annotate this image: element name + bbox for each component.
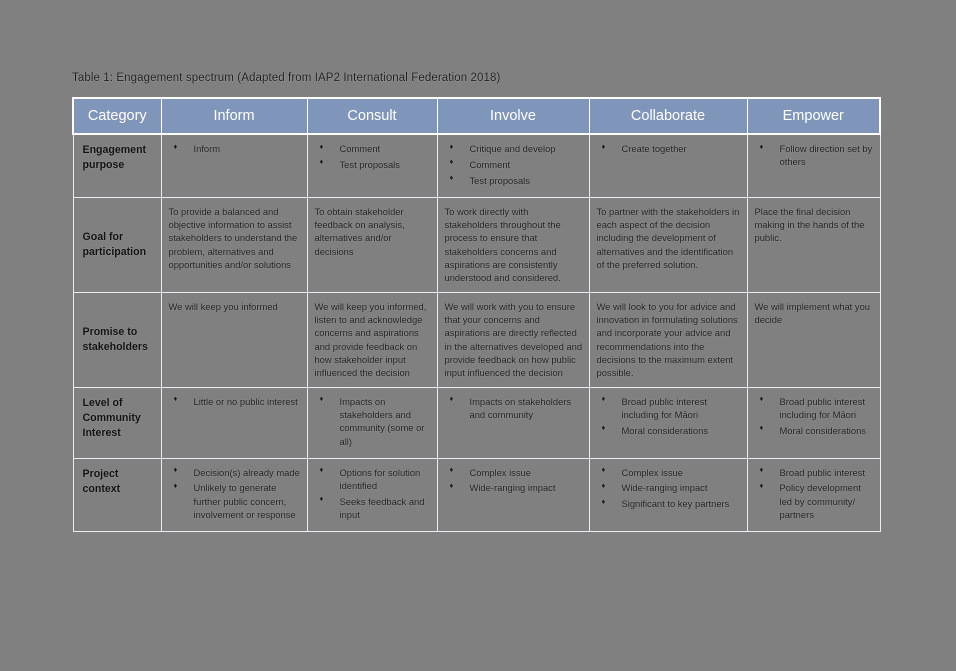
bullet-item: Policy development led by community/ par… — [755, 481, 874, 521]
cell-r4-c3: Impacts on stakeholders and community — [436, 386, 590, 459]
bullet-item: Complex issue — [597, 465, 741, 479]
bullet-list: Little or no public interest — [169, 394, 301, 408]
cell-r1-c2: Comment Test proposals — [306, 133, 438, 198]
cell-r3-c1: We will keep you informed — [160, 291, 308, 388]
column-header-collaborate: Collaborate — [588, 97, 748, 135]
bullet-list: Comment Test proposals — [315, 141, 431, 171]
bullet-list: Impacts on stakeholders and community (s… — [315, 394, 431, 448]
table-row: Engagement purpose Inform Comment Test prop… — [72, 133, 881, 198]
row-header-5: Project context — [72, 457, 162, 532]
bullet-item: Critique and develop — [445, 141, 583, 155]
bullet-item: Impacts on stakeholders and community (s… — [315, 394, 431, 448]
column-header-consult: Consult — [306, 97, 438, 135]
bullet-item: Broad public interest — [755, 465, 874, 479]
cell-paragraph: To obtain stakeholder feedback on analys… — [314, 205, 405, 257]
row-header-1: Engagement purpose — [72, 133, 162, 198]
bullet-item: Create together — [597, 141, 741, 155]
bullet-item: Little or no public interest — [169, 394, 301, 408]
bullet-item: Seeks feedback and input — [315, 494, 431, 522]
bullet-list: Broad public interest including for Māor… — [597, 394, 741, 438]
cell-r5-c5: Broad public interest Policy development … — [746, 457, 881, 532]
column-header-involve: Involve — [436, 97, 590, 135]
cell-r4-c5: Broad public interest including for Māor… — [746, 386, 881, 459]
row-header-4: Level of Community Interest — [72, 386, 162, 459]
bullet-item: Test proposals — [315, 157, 431, 171]
cell-paragraph: We will keep you informed, listen to and… — [314, 300, 427, 379]
cell-r5-c1: Decision(s) already made Unlikely to gene… — [160, 457, 308, 532]
table-caption: Table 1: Engagement spectrum (Adapted fr… — [72, 72, 501, 84]
cell-paragraph: To provide a balanced and objective info… — [168, 205, 298, 270]
cell-r5-c4: Complex issue Wide-ranging impact Signific… — [588, 457, 748, 532]
table-row: Project context Decision(s) already made U… — [72, 457, 881, 532]
cell-r3-c2: We will keep you informed, listen to and… — [306, 291, 438, 388]
bullet-item: Test proposals — [445, 173, 583, 187]
cell-r4-c1: Little or no public interest — [160, 386, 308, 459]
cell-r3-c4: We will look to you for advice and innov… — [588, 291, 748, 388]
bullet-item: Complex issue — [445, 465, 583, 479]
cell-r1-c1: Inform — [160, 133, 308, 198]
bullet-item: Moral considerations — [755, 423, 874, 437]
bullet-item: Decision(s) already made — [169, 465, 301, 479]
cell-r4-c2: Impacts on stakeholders and community (s… — [306, 386, 438, 459]
bullet-item: Significant to key partners — [597, 497, 741, 510]
cell-r3-c5: We will implement what you decide — [746, 291, 881, 388]
cell-paragraph: To work directly with stakeholders throu… — [444, 205, 561, 284]
bullet-list: Complex issue Wide-ranging impact Signific… — [597, 465, 741, 511]
bullet-item: Impacts on stakeholders and community — [445, 394, 583, 422]
row-header-3: Promise to stakeholders — [72, 291, 162, 388]
bullet-item: Inform — [169, 141, 301, 155]
bullet-list: Decision(s) already made Unlikely to gene… — [169, 465, 301, 522]
cell-r5-c3: Complex issue Wide-ranging impact — [436, 457, 590, 532]
column-header-category: Category — [72, 97, 162, 135]
bullet-item: Unlikely to generate further public conc… — [169, 481, 301, 521]
cell-paragraph: Place the final decision making in the h… — [754, 205, 865, 244]
bullet-list: Impacts on stakeholders and community — [445, 394, 583, 422]
cell-paragraph: We will keep you informed — [168, 300, 278, 312]
table-row: Level of Community Interest Little or no … — [72, 386, 881, 459]
bullet-item: Broad public interest including for Māor… — [597, 394, 741, 422]
cell-paragraph: To partner with the stakeholders in each… — [596, 205, 740, 270]
cell-r2-c3: To work directly with stakeholders throu… — [436, 196, 590, 293]
bullet-list: Broad public interest Policy development … — [755, 465, 874, 522]
table-body: Engagement purpose Inform Comment Test prop… — [72, 133, 881, 532]
cell-paragraph: We will implement what you decide — [754, 300, 871, 325]
cell-paragraph: We will look to you for advice and innov… — [596, 300, 738, 379]
table-row: Goal for participation To provide a balan… — [72, 196, 881, 293]
cell-r2-c1: To provide a balanced and objective info… — [160, 196, 308, 293]
bullet-item: Wide-ranging impact — [597, 481, 741, 494]
document-canvas: Table 1: Engagement spectrum (Adapted fr… — [0, 0, 956, 671]
cell-r1-c3: Critique and develop Comment Test proposal… — [436, 133, 590, 198]
cell-r1-c5: Follow direction set by others — [746, 133, 881, 198]
bullet-item: Moral considerations — [597, 423, 741, 437]
bullet-item: Comment — [445, 157, 583, 171]
bullet-list: Create together — [597, 141, 741, 155]
column-header-inform: Inform — [160, 97, 308, 135]
bullet-item: Broad public interest including for Māor… — [755, 394, 874, 422]
cell-r1-c4: Create together — [588, 133, 748, 198]
cell-r2-c2: To obtain stakeholder feedback on analys… — [306, 196, 438, 293]
row-header-2: Goal for participation — [72, 196, 162, 293]
cell-r2-c4: To partner with the stakeholders in each… — [588, 196, 748, 293]
column-header-empower: Empower — [746, 97, 881, 135]
cell-r4-c4: Broad public interest including for Māor… — [588, 386, 748, 459]
engagement-spectrum-table: Category Inform Consult Involve Collabor… — [72, 97, 881, 532]
bullet-item: Options for solution identified — [315, 465, 431, 493]
bullet-list: Broad public interest including for Māor… — [755, 394, 874, 438]
bullet-list: Inform — [169, 141, 301, 155]
bullet-item: Wide-ranging impact — [445, 481, 583, 494]
cell-paragraph: We will work with you to ensure that you… — [444, 300, 583, 379]
bullet-list: Complex issue Wide-ranging impact — [445, 465, 583, 495]
cell-r3-c3: We will work with you to ensure that you… — [436, 291, 590, 388]
bullet-list: Follow direction set by others — [755, 142, 874, 169]
cell-r2-c5: Place the final decision making in the h… — [746, 196, 881, 293]
table-header-row: Category Inform Consult Involve Collabor… — [72, 97, 881, 135]
bullet-list: Critique and develop Comment Test proposal… — [445, 141, 583, 187]
bullet-item: Follow direction set by others — [755, 142, 874, 169]
cell-r5-c2: Options for solution identifiedSeeks fee… — [306, 457, 438, 532]
table-row: Promise to stakeholders We will keep you … — [72, 291, 881, 388]
bullet-list: Options for solution identifiedSeeks fee… — [315, 465, 431, 522]
bullet-item: Comment — [315, 141, 431, 155]
